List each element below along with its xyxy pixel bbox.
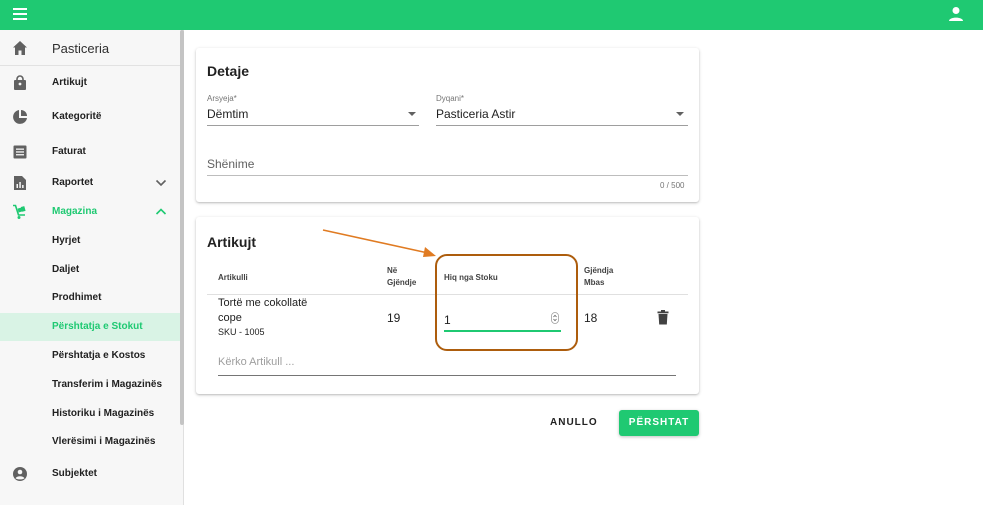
article-search-field[interactable]: Kërko Artikull ... — [218, 352, 676, 376]
sidebar-item-kategorite[interactable]: Kategoritë — [0, 103, 180, 131]
remove-quantity-input[interactable]: 1 — [444, 307, 561, 332]
report-icon — [14, 176, 26, 190]
column-header-in-stock-line2: Gjëndje — [387, 278, 417, 287]
notes-counter: 0 / 500 — [660, 181, 685, 190]
menu-icon[interactable] — [13, 8, 27, 20]
column-header-after-line1: Gjëndja — [584, 266, 614, 275]
article-name-line1: Tortë me cokollatë — [218, 297, 308, 309]
sidebar: Pasticeria Artikujt Kategoritë Faturat R… — [0, 30, 184, 505]
column-header-after-line2: Mbas — [584, 278, 605, 287]
in-stock-value: 19 — [387, 311, 401, 325]
reason-underline — [207, 125, 419, 126]
account-icon[interactable] — [948, 6, 964, 22]
sidebar-item-label: Subjektet — [52, 468, 98, 479]
reason-value: Dëmtim — [207, 107, 249, 121]
article-sku: SKU - 1005 — [218, 327, 265, 337]
sidebar-subitem-hyrjet[interactable]: Hyrjet — [0, 227, 180, 255]
column-header-in-stock-line1: Në — [387, 266, 398, 275]
sidebar-subitem-label: Transferim i Magazinës — [52, 379, 163, 390]
details-card: Detaje Arsyeja* Dëmtim Dyqani* Pasticeri… — [196, 48, 699, 202]
sidebar-subitem-label: Prodhimet — [52, 292, 102, 303]
column-header-remove: Hiq nga Stoku — [444, 273, 498, 282]
chevron-up-icon — [155, 208, 167, 215]
sidebar-item-label: Kategoritë — [52, 111, 102, 122]
sidebar-item-faturat[interactable]: Faturat — [0, 138, 180, 166]
sidebar-item-artikujt[interactable]: Artikujt — [0, 69, 180, 97]
notes-placeholder: Shënime — [207, 157, 255, 171]
notes-underline — [207, 175, 688, 176]
sidebar-subitem-historiku[interactable]: Historiku i Magazinës — [0, 400, 180, 428]
warehouse-cart-icon — [13, 204, 26, 219]
shopping-bag-icon — [14, 75, 26, 90]
submit-button[interactable]: PËRSHTAT — [619, 410, 699, 436]
reason-label: Arsyeja* — [207, 94, 237, 103]
reason-select[interactable]: Arsyeja* Dëmtim — [207, 92, 419, 126]
account-circle-icon — [13, 467, 27, 481]
store-label: Dyqani* — [436, 94, 465, 103]
article-search-underline — [218, 375, 676, 376]
sidebar-subitem-label: Daljet — [52, 264, 80, 275]
home-icon — [13, 41, 27, 55]
sidebar-subitem-label: Hyrjet — [52, 235, 81, 246]
dropdown-arrow-icon — [408, 112, 416, 116]
article-name-line2: cope — [218, 312, 242, 324]
sidebar-subitem-pershtatja-kostos[interactable]: Përshtatja e Kostos — [0, 342, 180, 370]
receipt-icon — [13, 145, 27, 159]
sidebar-subitem-label: Historiku i Magazinës — [52, 408, 155, 419]
remove-quantity-underline — [444, 330, 561, 332]
sidebar-subitem-label: Përshtatja e Kostos — [52, 350, 146, 361]
app-bar — [0, 0, 983, 30]
sidebar-item-label: Faturat — [52, 146, 86, 157]
sidebar-item-label: Artikujt — [52, 77, 87, 88]
sidebar-home[interactable]: Pasticeria — [0, 30, 180, 66]
dropdown-arrow-icon — [676, 112, 684, 116]
sidebar-item-raportet[interactable]: Raportet — [0, 169, 180, 197]
store-underline — [436, 125, 688, 126]
sidebar-item-label: Magazina — [52, 206, 98, 217]
articles-title: Artikujt — [207, 234, 256, 250]
spinner-icon[interactable] — [551, 312, 559, 324]
sidebar-home-label: Pasticeria — [52, 41, 110, 56]
sidebar-item-label: Raportet — [52, 177, 94, 188]
articles-card: Artikujt Artikulli Në Gjëndje Hiq nga St… — [196, 217, 699, 394]
sidebar-subitem-label: Përshtatja e Stokut — [52, 321, 143, 332]
pie-chart-icon — [13, 110, 27, 124]
sidebar-subitem-label: Vlerësimi i Magazinës — [52, 436, 156, 447]
sidebar-subitem-prodhimet[interactable]: Prodhimet — [0, 284, 180, 312]
sidebar-item-subjektet[interactable]: Subjektet — [0, 460, 180, 488]
table-row: Tortë me cokollatë cope SKU - 1005 19 1 … — [196, 295, 699, 345]
delete-icon[interactable] — [657, 310, 669, 325]
sidebar-scrollbar[interactable] — [180, 30, 184, 425]
sidebar-subitem-transferim[interactable]: Transferim i Magazinës — [0, 371, 180, 399]
sidebar-subitem-pershtatja-stokut[interactable]: Përshtatja e Stokut — [0, 313, 180, 341]
remove-quantity-value: 1 — [444, 313, 451, 327]
cancel-button[interactable]: ANULLO — [550, 417, 598, 428]
sidebar-item-magazina[interactable]: Magazina — [0, 198, 180, 226]
store-value: Pasticeria Astir — [436, 107, 516, 121]
details-title: Detaje — [207, 63, 250, 79]
article-search-placeholder: Kërko Artikull ... — [218, 356, 295, 368]
sidebar-subitem-vleresimi[interactable]: Vlerësimi i Magazinës — [0, 428, 180, 456]
column-header-article: Artikulli — [218, 273, 248, 282]
store-select[interactable]: Dyqani* Pasticeria Astir — [436, 92, 688, 126]
chevron-down-icon — [155, 179, 167, 187]
after-stock-value: 18 — [584, 311, 598, 325]
sidebar-subitem-daljet[interactable]: Daljet — [0, 256, 180, 284]
notes-field[interactable]: Shënime 0 / 500 — [207, 152, 688, 192]
